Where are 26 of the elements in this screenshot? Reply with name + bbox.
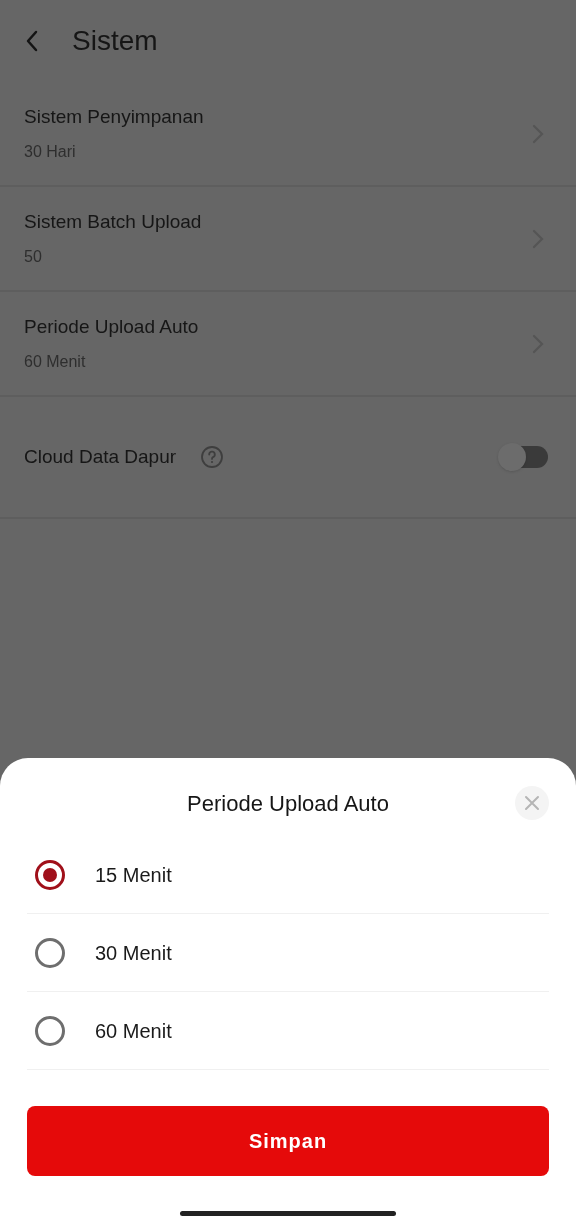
close-button[interactable] [515, 786, 549, 820]
radio-button[interactable] [35, 1015, 65, 1046]
radio-option[interactable]: 15 Menit [27, 836, 549, 914]
setting-label: Sistem Batch Upload [24, 210, 202, 235]
sheet-title: Periode Upload Auto [187, 789, 389, 818]
setting-value: 30 Hari [24, 141, 77, 162]
save-button[interactable]: Simpan [27, 1106, 549, 1176]
setting-row[interactable]: Sistem Penyimpanan 30 Hari [0, 82, 576, 187]
close-icon [524, 795, 540, 811]
radio-option[interactable]: 30 Menit [27, 914, 549, 992]
option-label: 60 Menit [95, 1018, 172, 1044]
radio-option[interactable]: 60 Menit [27, 992, 549, 1070]
back-icon[interactable] [24, 29, 40, 53]
setting-row[interactable]: Periode Upload Auto 60 Menit [0, 292, 576, 397]
help-icon[interactable] [200, 445, 225, 469]
setting-row[interactable]: Sistem Batch Upload 50 [0, 187, 576, 292]
option-label: 30 Menit [95, 940, 172, 966]
radio-button[interactable] [35, 859, 65, 890]
setting-label: Periode Upload Auto [24, 315, 199, 340]
setting-label: Cloud Data Dapur [24, 444, 177, 469]
option-label: 15 Menit [95, 862, 172, 888]
setting-value: 60 Menit [24, 351, 87, 372]
page-title: Sistem [72, 24, 158, 58]
setting-label: Sistem Penyimpanan [24, 105, 204, 130]
radio-button[interactable] [35, 937, 65, 968]
setting-value: 50 [24, 246, 43, 267]
